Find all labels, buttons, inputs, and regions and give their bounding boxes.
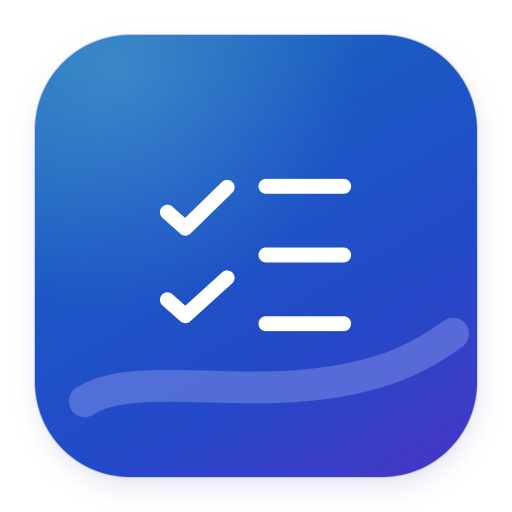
checklist-icon <box>35 35 477 477</box>
stage <box>0 0 512 512</box>
icon-highlight <box>35 35 477 477</box>
checklist-app-icon[interactable] <box>34 34 478 478</box>
